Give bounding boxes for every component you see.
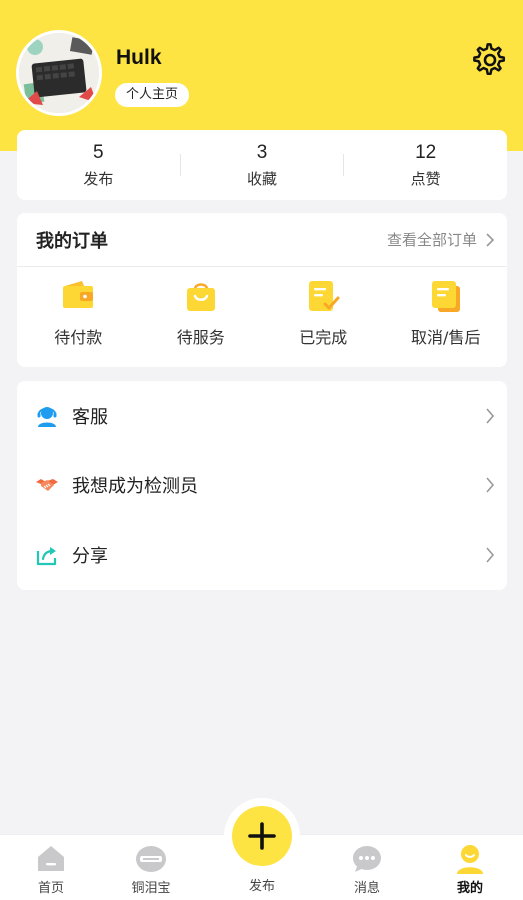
stat-label: 发布 xyxy=(83,170,114,188)
home-icon xyxy=(38,846,64,871)
view-all-orders-link[interactable]: 查看全部订单 xyxy=(387,229,495,250)
avatar-photo xyxy=(19,33,99,113)
orders-header: 我的订单 查看全部订单 xyxy=(17,213,507,267)
cancel-document-icon xyxy=(431,281,460,312)
stats-card: 5 发布 3 收藏 12 点赞 xyxy=(17,130,507,200)
orders-title: 我的订单 xyxy=(36,230,108,252)
shopping-bag-icon xyxy=(186,283,215,311)
plus-icon xyxy=(248,822,276,850)
order-label: 已完成 xyxy=(299,328,348,347)
tab-label: 发布 xyxy=(248,879,275,894)
stat-value: 3 xyxy=(256,142,268,163)
tab-brand[interactable]: 铜泪宝 xyxy=(111,835,191,900)
menu-item-share[interactable]: 分享 xyxy=(17,520,507,590)
tab-profile[interactable]: 我的 xyxy=(430,835,510,900)
order-pending-payment[interactable]: 待付款 xyxy=(17,278,140,348)
stat-label: 点赞 xyxy=(410,170,441,188)
tab-home[interactable]: 首页 xyxy=(11,835,91,900)
order-label: 待服务 xyxy=(176,328,225,347)
menu-item-customer-service[interactable]: 客服 xyxy=(17,381,507,451)
menu-card: 客服 我想成为检测员 分享 xyxy=(17,381,507,590)
order-completed[interactable]: 已完成 xyxy=(262,278,385,348)
menu-label: 我想成为检测员 xyxy=(72,476,198,498)
menu-item-become-inspector[interactable]: 我想成为检测员 xyxy=(17,451,507,521)
orders-card: 我的订单 查看全部订单 待付款 待服务 已完成 取消/售后 xyxy=(17,213,507,367)
stat-publish[interactable]: 5 发布 xyxy=(17,141,180,189)
menu-label: 分享 xyxy=(72,545,108,567)
order-pending-service[interactable]: 待服务 xyxy=(140,278,263,348)
tab-label: 首页 xyxy=(37,881,64,896)
share-icon xyxy=(36,546,57,566)
tab-label: 消息 xyxy=(353,881,380,896)
stat-value: 5 xyxy=(93,142,104,163)
chevron-right-icon xyxy=(486,547,495,563)
tab-label: 铜泪宝 xyxy=(131,881,171,896)
tab-messages[interactable]: 消息 xyxy=(327,835,407,900)
order-label: 取消/售后 xyxy=(411,328,481,347)
handshake-icon xyxy=(36,479,58,492)
chevron-right-icon xyxy=(486,232,495,247)
publish-button[interactable] xyxy=(232,806,292,866)
brand-logo-icon xyxy=(136,846,166,872)
profile-page-button[interactable]: 个人主页 xyxy=(115,83,190,107)
order-label: 待付款 xyxy=(54,328,103,347)
username: Hulk xyxy=(116,46,162,69)
stat-likes[interactable]: 12 点赞 xyxy=(344,141,507,189)
stat-label: 收藏 xyxy=(247,170,278,188)
chevron-right-icon xyxy=(486,477,495,493)
order-cancel-aftersales[interactable]: 取消/售后 xyxy=(385,278,508,348)
chevron-right-icon xyxy=(486,408,495,424)
wallet-icon xyxy=(63,281,94,308)
completed-document-icon xyxy=(309,281,340,311)
order-status-grid: 待付款 待服务 已完成 取消/售后 xyxy=(17,267,507,348)
gear-icon[interactable] xyxy=(473,43,507,77)
avatar[interactable] xyxy=(16,30,102,116)
profile-icon xyxy=(457,845,483,874)
view-all-orders-label: 查看全部订单 xyxy=(386,231,477,249)
tab-label: 我的 xyxy=(456,881,483,896)
stat-value: 12 xyxy=(415,142,437,163)
customer-service-icon xyxy=(37,406,57,427)
message-icon xyxy=(353,846,381,872)
menu-label: 客服 xyxy=(72,406,108,428)
stat-favorites[interactable]: 3 收藏 xyxy=(181,141,344,189)
